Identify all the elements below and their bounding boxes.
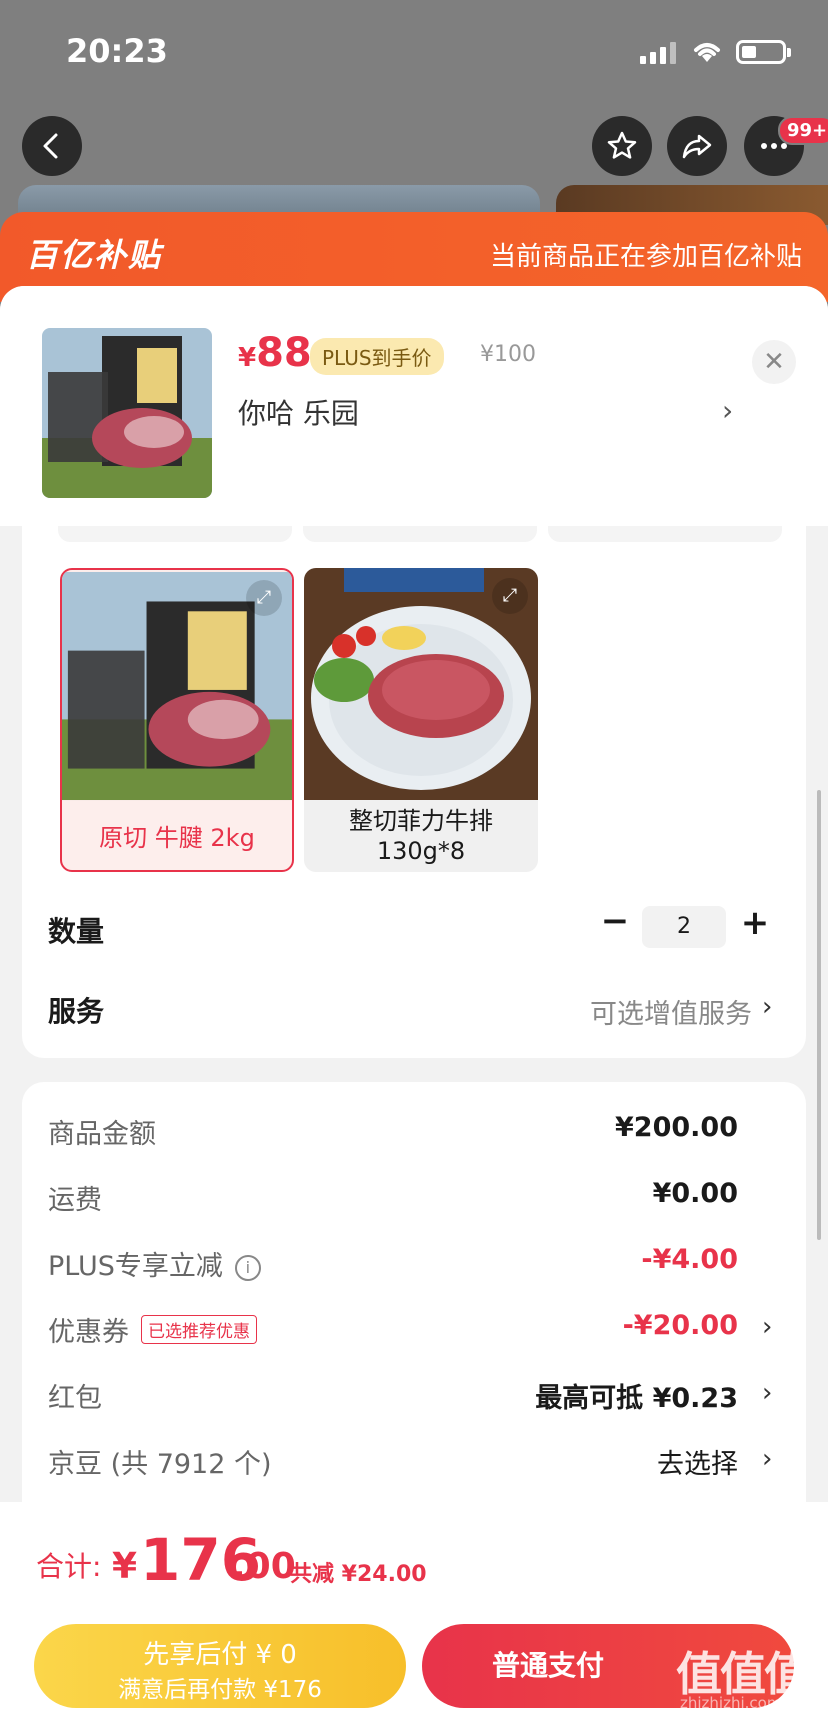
info-icon[interactable]: i [234, 1255, 261, 1281]
option-row-edge [58, 526, 292, 542]
jingdou-row[interactable]: 京豆 (共 7912 个) 去选择 [48, 1442, 778, 1482]
product-thumbnail [42, 328, 212, 498]
option-label: 原切 牛腱 2kg [99, 824, 255, 852]
share-icon [682, 134, 712, 159]
total-label: 合计: [36, 1550, 102, 1583]
service-label: 服务 [48, 995, 105, 1028]
option-filet-steak[interactable]: ⤢ 整切菲力牛排 130g*8 [304, 568, 538, 872]
total-saved: 共减 ¥24.00 [290, 1562, 427, 1587]
status-time: 20:23 [66, 32, 168, 70]
quantity-increase-button[interactable]: + [738, 906, 772, 940]
watermark-url: zhizhizhi.com [680, 1694, 782, 1712]
coupon-tag: 已选推荐优惠 [141, 1315, 257, 1344]
total-decimal: .00 [232, 1546, 296, 1587]
option-label: 整切菲力牛排 130g*8 [349, 807, 493, 865]
scrollbar[interactable] [817, 790, 821, 1240]
redpacket-row[interactable]: 红包 最高可抵 ¥0.23 [48, 1376, 778, 1416]
chevron-right-icon: › [762, 1378, 773, 1408]
normal-pay-label: 普通支付 [491, 1649, 604, 1682]
service-value[interactable]: 可选增值服务 [590, 992, 752, 1031]
chevron-left-icon [43, 133, 58, 159]
expand-icon[interactable]: ⤢ [246, 580, 282, 616]
chevron-right-icon: › [762, 1444, 773, 1474]
product-price: ¥88 [238, 330, 312, 376]
option-row-edge [303, 526, 537, 542]
expand-icon[interactable]: ⤢ [492, 578, 528, 614]
original-price: ¥100 [480, 342, 536, 367]
beef-shank-image [42, 328, 212, 498]
share-button[interactable] [667, 116, 727, 176]
selected-spec[interactable]: 你哈 乐园 [238, 392, 359, 432]
cellular-signal-icon [640, 42, 680, 64]
star-icon [607, 131, 637, 159]
coupon-row[interactable]: 优惠券 已选推荐优惠 -¥20.00 [48, 1310, 778, 1350]
option-row-edge [548, 526, 782, 542]
battery-icon [736, 40, 791, 64]
goods-amount-row: 商品金额 ¥200.00 [48, 1112, 738, 1150]
wifi-icon [694, 43, 720, 62]
quantity-label: 数量 [48, 915, 105, 948]
chevron-right-icon: › [722, 394, 734, 427]
plus-price-tag: PLUS到手价 [310, 338, 444, 375]
close-button[interactable]: ✕ [752, 340, 796, 384]
pay-later-subtitle: 满意后再付款 ¥176 [118, 1677, 322, 1703]
chevron-right-icon: › [762, 992, 773, 1022]
plus-discount-row: PLUS专享立减 i -¥4.00 [48, 1244, 738, 1282]
pay-later-button[interactable]: 先享后付 ¥ 0 满意后再付款 ¥176 [34, 1624, 406, 1708]
pay-later-title: 先享后付 ¥ 0 [143, 1640, 297, 1670]
shipping-row: 运费 ¥0.00 [48, 1178, 738, 1216]
status-bar: 20:23 [0, 0, 828, 100]
favorite-button[interactable] [592, 116, 652, 176]
quantity-decrease-button[interactable]: − [598, 904, 632, 940]
subsidy-logo: 百亿补贴 [26, 236, 163, 274]
quantity-input[interactable]: 2 [642, 906, 726, 948]
subsidy-note: 当前商品正在参加百亿补贴 [489, 242, 802, 272]
option-beef-shank[interactable]: ⤢ 原切 牛腱 2kg [60, 568, 294, 872]
total-currency: ¥ [112, 1546, 138, 1587]
chevron-right-icon: › [762, 1312, 773, 1342]
message-count-badge: 99+ [778, 116, 828, 145]
back-button[interactable] [22, 116, 82, 176]
